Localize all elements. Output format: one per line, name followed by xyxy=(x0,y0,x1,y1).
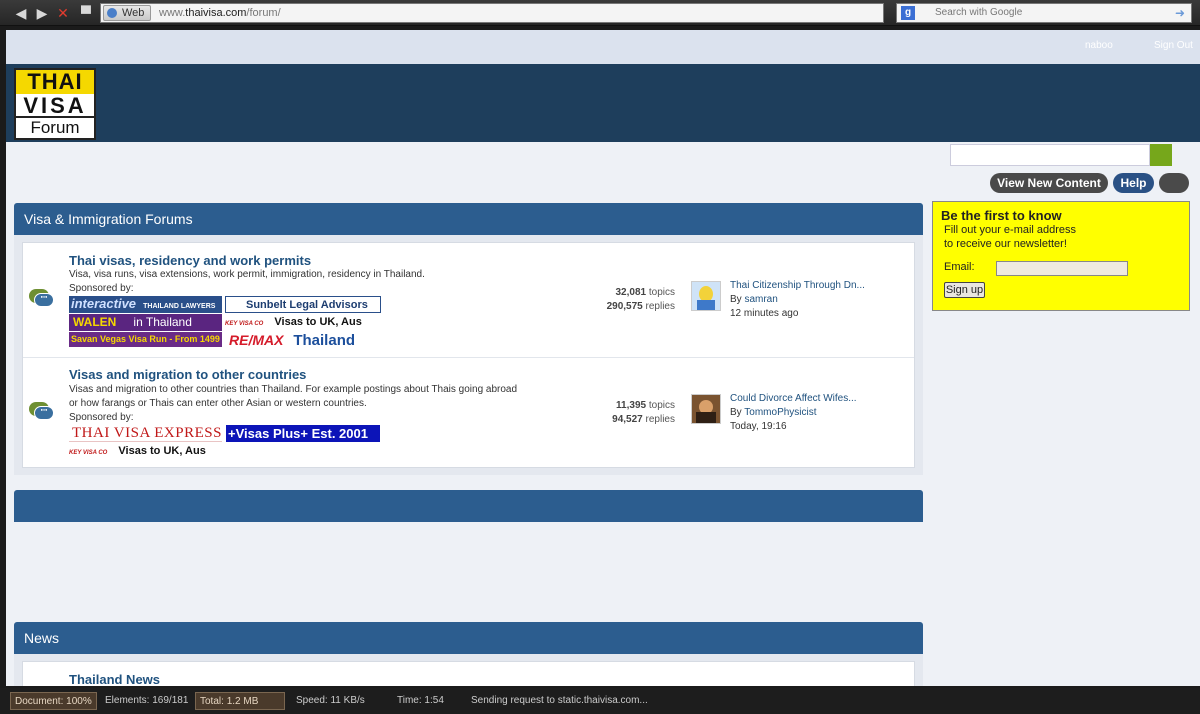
category-panel-news: Thailand News xyxy=(14,654,923,686)
newsletter-text-2: to receive our newsletter! xyxy=(944,238,1067,250)
forum-row: "" Thai visas, residency and work permit… xyxy=(23,243,914,357)
category-panel-empty xyxy=(14,522,923,620)
forum-title-link[interactable]: Visas and migration to other countries xyxy=(69,367,306,382)
newsletter-box: Be the first to know Fill out your e-mai… xyxy=(932,201,1190,311)
user-bar: naboo Sign Out xyxy=(6,30,1200,64)
category-header-news[interactable]: News xyxy=(14,622,923,654)
ad-key-visa-uk[interactable]: KEY VISA CO Visas to UK, Aus xyxy=(69,443,222,460)
forum-stats: 32,081 topics 290,575 replies xyxy=(606,287,675,312)
browser-toolbar: ◀ ▶ ✕ ▀ Web www.thaivisa.com/forum/ g Se… xyxy=(0,0,1200,26)
category-header-empty[interactable] xyxy=(14,490,923,522)
last-poster-avatar[interactable] xyxy=(691,281,721,311)
forum-stats: 11,395 topics 94,527 replies xyxy=(612,400,675,425)
category-header-visa[interactable]: Visa & Immigration Forums xyxy=(14,203,923,235)
forum-title-link[interactable]: Thailand News xyxy=(69,672,160,686)
ad-remax-thailand[interactable]: RE/MAX Thailand xyxy=(229,331,381,349)
web-globe-icon xyxy=(107,8,117,18)
search-placeholder: Search with Google xyxy=(935,7,1023,18)
last-poster-avatar[interactable] xyxy=(691,394,721,424)
ad-interactive-lawyers[interactable]: interactive THAILAND LAWYERS xyxy=(69,296,222,313)
last-post-info: Could Divorce Affect Wifes... By TommoPh… xyxy=(730,392,857,432)
forum-list: Thailand News xyxy=(22,661,915,686)
username-link[interactable]: naboo xyxy=(1085,40,1113,51)
newsletter-heading: Be the first to know xyxy=(941,208,1062,223)
back-arrow-icon[interactable]: ◀ xyxy=(12,4,30,22)
load-time: Time: 1:54 xyxy=(397,695,444,706)
last-post-user-link[interactable]: samran xyxy=(744,294,777,305)
total-size: Total: 1.2 MB xyxy=(195,692,285,710)
web-page: naboo Sign Out THAI VISA Forum View New … xyxy=(6,30,1200,686)
document-zoom[interactable]: Document: 100% xyxy=(10,692,97,710)
last-post-time: 12 minutes ago xyxy=(730,308,799,319)
site-header: THAI VISA Forum xyxy=(6,64,1200,142)
ad-thai-visa-express[interactable]: THAI VISA EXPRESS xyxy=(69,425,222,442)
sponsored-label: Sponsored by: xyxy=(69,283,134,294)
ad-sunbelt-legal[interactable]: Sunbelt Legal Advisors xyxy=(225,296,381,313)
forum-row: "" Visas and migration to other countrie… xyxy=(23,357,914,467)
url-text: www.thaivisa.com/forum/ xyxy=(159,7,281,19)
search-arrow-icon[interactable]: ➜ xyxy=(1175,4,1185,22)
browser-status-bar: Document: 100% Elements: 169/181 Total: … xyxy=(0,688,1200,714)
email-label: Email: xyxy=(944,261,975,273)
elements-count: Elements: 169/181 xyxy=(105,695,189,706)
extra-menu-button[interactable] xyxy=(1159,173,1189,193)
address-bar[interactable]: Web www.thaivisa.com/forum/ xyxy=(100,3,884,23)
web-badge: Web xyxy=(103,5,152,21)
ad-key-visa-uk[interactable]: KEY VISA CO Visas to UK, Aus xyxy=(225,314,381,331)
last-post-user-link[interactable]: TommoPhysicist xyxy=(744,407,816,418)
email-input[interactable] xyxy=(996,261,1128,276)
forward-arrow-icon[interactable]: ▶ xyxy=(33,4,51,22)
last-post-title-link[interactable]: Thai Citizenship Through Dn... xyxy=(730,279,865,293)
ad-savan-vegas[interactable]: Savan Vegas Visa Run - From 1499 THB xyxy=(69,332,222,347)
forum-search-input[interactable] xyxy=(950,144,1150,166)
forum-description: Visas and migration to other countries t… xyxy=(69,384,518,409)
last-post-title-link[interactable]: Could Divorce Affect Wifes... xyxy=(730,392,857,406)
status-message: Sending request to static.thaivisa.com..… xyxy=(471,695,648,706)
newsletter-text-1: Fill out your e-mail address xyxy=(944,224,1077,236)
google-icon[interactable]: g xyxy=(901,6,915,20)
ad-visas-plus[interactable]: +Visas Plus+ Est. 2001 xyxy=(226,425,380,442)
forum-title-link[interactable]: Thai visas, residency and work permits xyxy=(69,253,311,268)
sign-up-button[interactable]: Sign up xyxy=(944,282,985,298)
sponsored-label: Sponsored by: xyxy=(69,412,134,423)
search-bar[interactable]: g Search with Google ➜ xyxy=(896,3,1192,23)
thaivisa-logo[interactable]: THAI VISA Forum xyxy=(14,68,96,140)
forum-read-bubble-icon: "" xyxy=(29,289,55,309)
ad-walen[interactable]: WALEN in Thailand xyxy=(69,314,222,331)
last-post-info: Thai Citizenship Through Dn... By samran… xyxy=(730,279,865,319)
forum-read-bubble-icon: "" xyxy=(29,402,55,422)
category-panel-visa: "" Thai visas, residency and work permit… xyxy=(14,235,923,475)
forum-description: Visa, visa runs, visa extensions, work p… xyxy=(69,269,425,280)
stop-icon[interactable]: ✕ xyxy=(54,4,72,22)
forum-search-button[interactable] xyxy=(1150,144,1172,166)
sign-out-link[interactable]: Sign Out xyxy=(1154,40,1193,51)
home-icon[interactable]: ▀ xyxy=(77,4,95,22)
help-button[interactable]: Help xyxy=(1113,173,1154,193)
view-new-content-button[interactable]: View New Content xyxy=(990,173,1108,193)
download-speed: Speed: 11 KB/s xyxy=(296,695,365,706)
forum-list: "" Thai visas, residency and work permit… xyxy=(22,242,915,468)
last-post-time: Today, 19:16 xyxy=(730,421,787,432)
